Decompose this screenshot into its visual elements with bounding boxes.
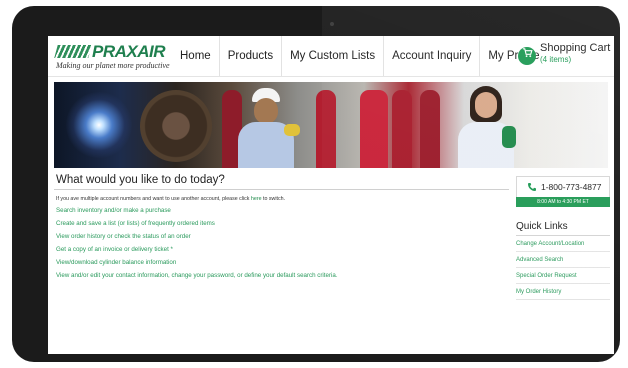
wire-reel-graphic <box>140 90 212 162</box>
main-content: What would you like to do today? If you … <box>54 170 509 285</box>
page-title: What would you like to do today? <box>54 170 509 190</box>
nav-products[interactable]: Products <box>220 36 283 76</box>
screen: PRAXAIR Making our planet more productiv… <box>48 36 614 354</box>
gas-cylinder-graphic <box>392 90 412 168</box>
logo-stripes-icon <box>54 45 92 58</box>
phone-box: 1-800-773-4877 <box>516 176 610 197</box>
quick-link-advanced-search[interactable]: Advanced Search <box>516 252 610 268</box>
main-nav: Home Products My Custom Lists Account In… <box>172 36 547 76</box>
switch-account-link[interactable]: here <box>251 196 262 202</box>
gas-cylinder-graphic <box>360 90 388 168</box>
camera-dot <box>330 22 334 26</box>
link-search-inventory[interactable]: Search inventory and/or make a purchase <box>56 207 509 214</box>
welding-spark-graphic <box>66 92 132 158</box>
intro-text: If you ave multiple account numbers and … <box>56 196 251 202</box>
link-cylinder-balance[interactable]: View/download cylinder balance informati… <box>56 259 509 266</box>
praxair-logo[interactable]: PRAXAIR Making our planet more productiv… <box>54 42 174 72</box>
hero-banner-image <box>54 82 608 168</box>
quick-links-heading: Quick Links <box>516 221 610 236</box>
cart-icon <box>518 47 536 65</box>
logo-tagline: Making our planet more productive <box>56 61 170 70</box>
quick-link-change-account[interactable]: Change Account/Location <box>516 236 610 252</box>
intro-text-end: to switch. <box>261 196 286 202</box>
cart-title: Shopping Cart <box>540 42 611 54</box>
logo-wordmark: PRAXAIR <box>92 42 166 61</box>
nav-home[interactable]: Home <box>172 36 220 76</box>
nav-my-profile[interactable]: My Profile <box>480 36 547 76</box>
link-invoice-copy[interactable]: Get a copy of an invoice or delivery tic… <box>56 246 509 253</box>
phone-number[interactable]: 1-800-773-4877 <box>541 182 602 192</box>
nav-my-custom-lists[interactable]: My Custom Lists <box>282 36 385 76</box>
shopping-cart-button[interactable]: Shopping Cart (4 items) <box>514 42 612 72</box>
link-order-history[interactable]: View order history or check the status o… <box>56 233 509 240</box>
link-create-list[interactable]: Create and save a list (or lists) of fre… <box>56 220 509 227</box>
site-header: PRAXAIR Making our planet more productiv… <box>48 36 614 77</box>
cart-item-count: (4 items) <box>540 55 572 64</box>
task-links: Search inventory and/or make a purchase … <box>56 207 509 279</box>
worker-photo <box>234 88 300 168</box>
account-switch-text: If you ave multiple account numbers and … <box>56 196 509 202</box>
phone-icon <box>527 182 537 192</box>
business-hours: 8:00 AM to 4:30 PM ET <box>516 197 610 207</box>
monitor-frame: PRAXAIR Making our planet more productiv… <box>12 6 620 362</box>
gas-cylinder-graphic <box>420 90 440 168</box>
link-edit-profile[interactable]: View and/or edit your contact informatio… <box>56 272 509 279</box>
sidebar: 1-800-773-4877 8:00 AM to 4:30 PM ET Qui… <box>516 176 610 300</box>
gas-cylinder-graphic <box>316 90 336 168</box>
quick-link-order-history[interactable]: My Order History <box>516 284 610 300</box>
quick-link-special-order[interactable]: Special Order Request <box>516 268 610 284</box>
medical-professional-photo <box>454 86 518 168</box>
nav-account-inquiry[interactable]: Account Inquiry <box>384 36 481 76</box>
